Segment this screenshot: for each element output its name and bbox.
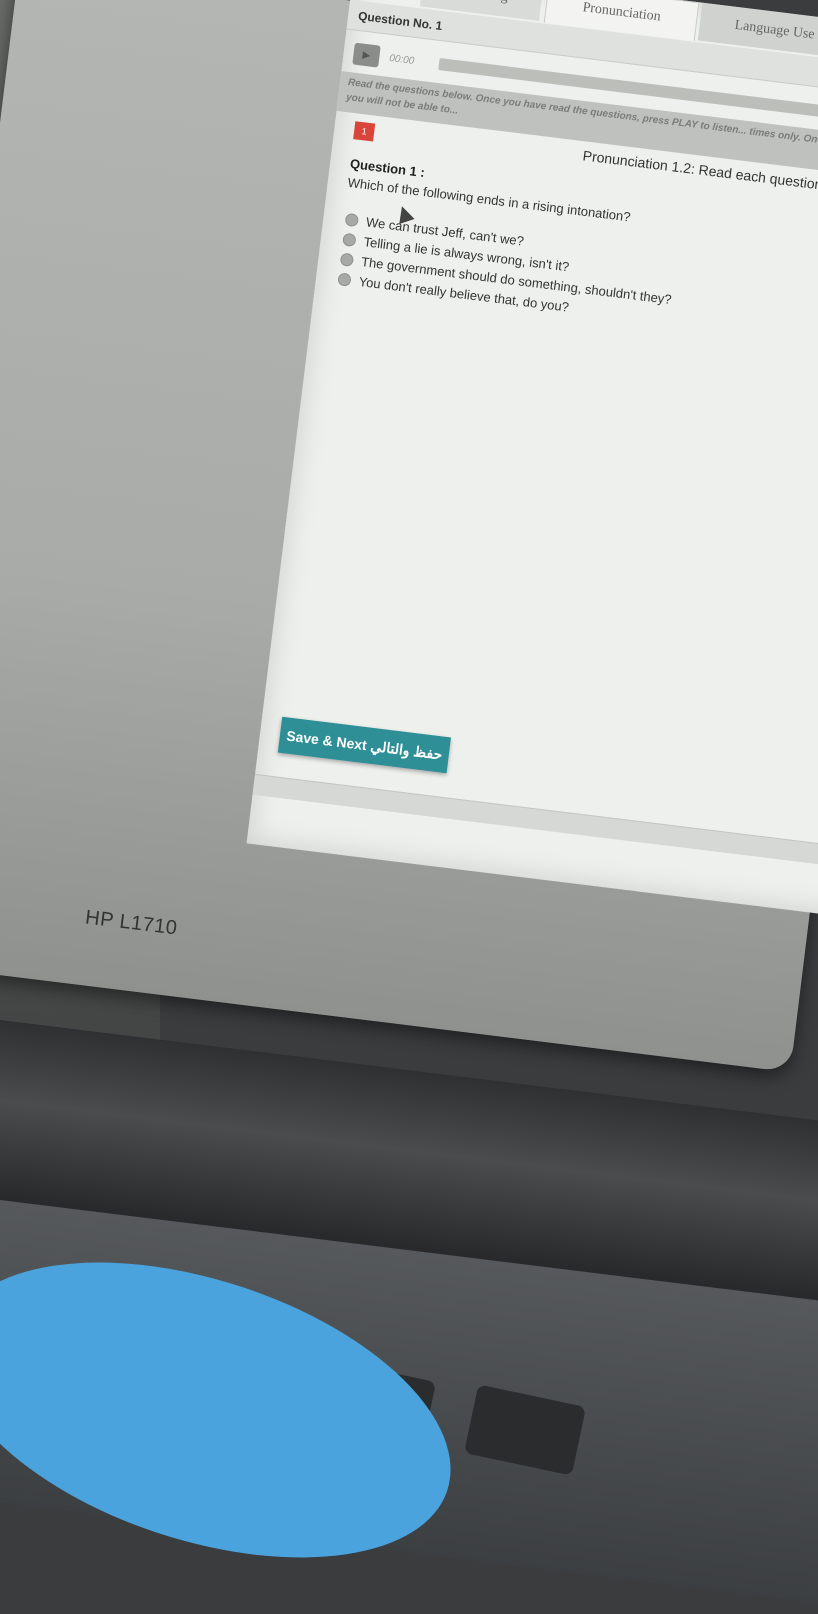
question-badge[interactable]: 1 <box>353 121 376 142</box>
player-time: 00:00 <box>388 52 415 67</box>
play-icon: ▶ <box>361 49 371 62</box>
answer-options: We can trust Jeff, can't we? Telling a l… <box>337 209 678 329</box>
radio-button[interactable] <box>337 271 352 287</box>
question-number-label: Question No. 1 <box>357 8 444 33</box>
radio-button[interactable] <box>344 212 360 227</box>
play-button[interactable]: ▶ <box>352 42 381 68</box>
radio-button[interactable] <box>339 252 355 267</box>
monitor-screen: Listening Pronunciation Language Use Que… <box>246 0 818 929</box>
radio-button[interactable] <box>342 232 357 247</box>
save-next-button[interactable]: Save & Next حفظ والتالي <box>277 716 451 774</box>
